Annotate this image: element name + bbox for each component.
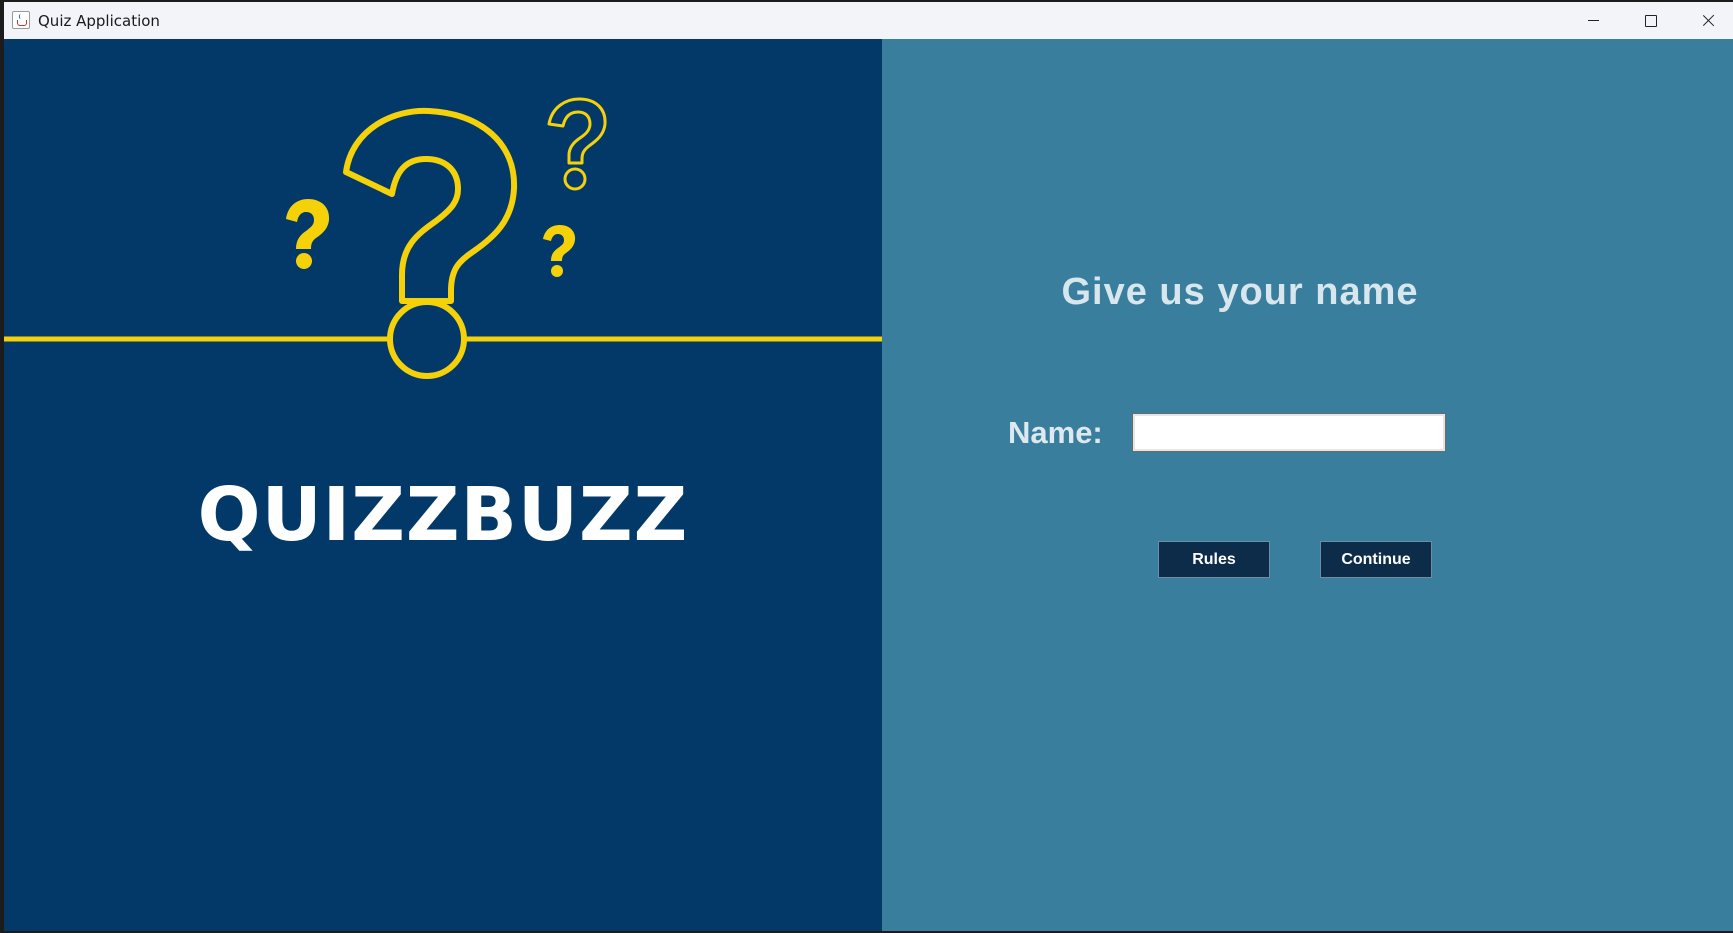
close-button[interactable] <box>1679 2 1733 39</box>
continue-button[interactable]: Continue <box>1320 541 1432 578</box>
page-heading: Give us your name <box>1061 271 1419 313</box>
branding-panel: QUIZZBUZZ <box>4 39 882 931</box>
window-title: Quiz Application <box>38 12 160 30</box>
close-icon <box>1701 10 1717 30</box>
java-icon <box>12 11 30 29</box>
brand-title: QUIZZBUZZ <box>197 472 689 558</box>
minimize-button[interactable] <box>1564 2 1622 39</box>
app-window: Quiz Application QUIZZBUZZ Give us your … <box>4 2 1733 931</box>
minimize-icon <box>1588 20 1599 21</box>
name-input[interactable] <box>1132 413 1446 452</box>
question-marks-logo <box>4 97 882 379</box>
name-label: Name: <box>1008 415 1103 450</box>
maximize-button[interactable] <box>1621 2 1679 39</box>
title-bar: Quiz Application <box>4 2 1733 40</box>
rules-button[interactable]: Rules <box>1158 541 1270 578</box>
name-entry-panel: Give us your name Name: Rules Continue <box>882 39 1733 931</box>
maximize-icon <box>1645 15 1657 27</box>
